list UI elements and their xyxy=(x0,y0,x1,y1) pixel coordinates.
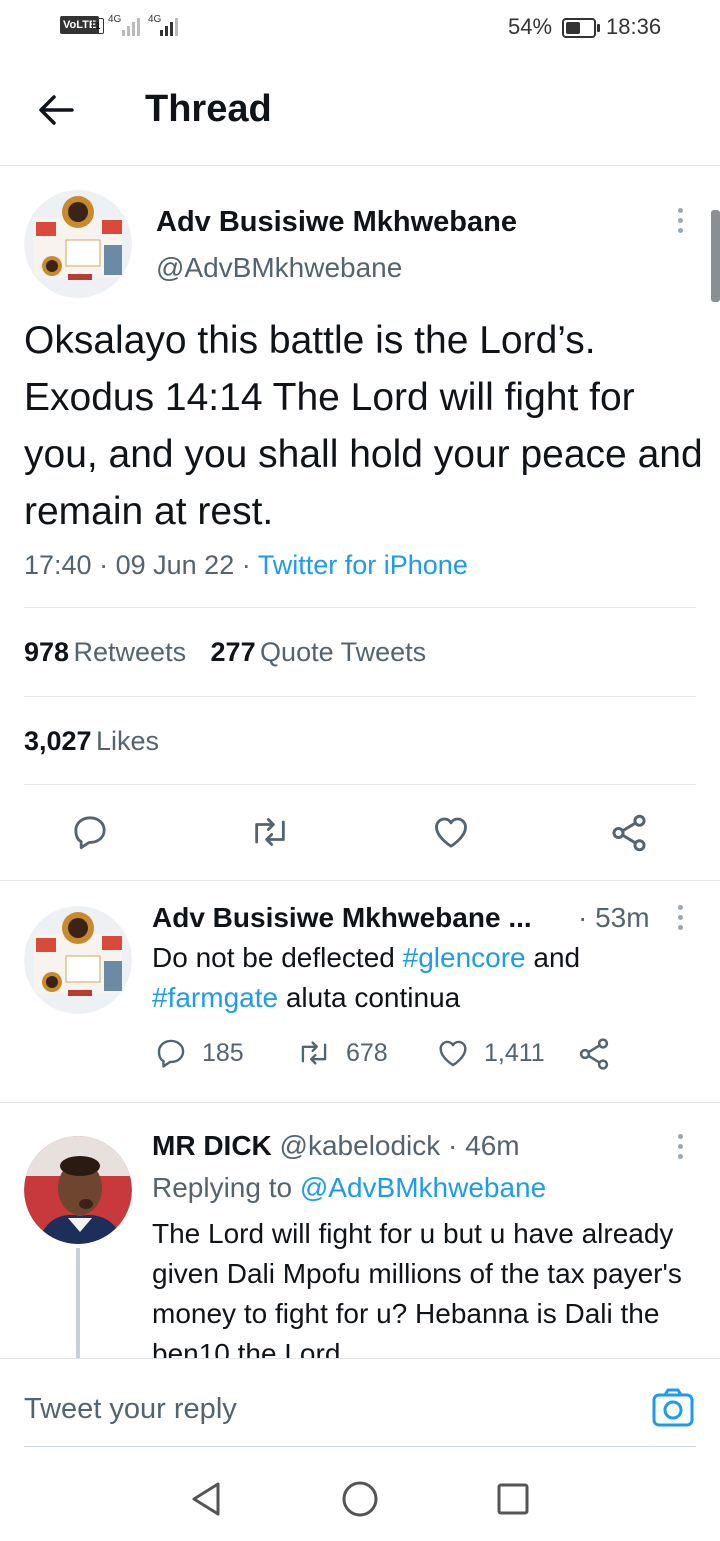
signal-bars-2-icon xyxy=(160,14,178,36)
tweet-text: Oksalayo this battle is the Lord’s. Exod… xyxy=(24,319,703,533)
arrow-left-icon[interactable] xyxy=(36,90,76,130)
reply-handle-time[interactable]: @kabelodick · 46m xyxy=(280,1130,520,1161)
scrollbar[interactable] xyxy=(711,210,720,302)
share-icon[interactable] xyxy=(608,812,650,859)
network-type-1: 4G xyxy=(108,14,122,25)
meta-sep: · xyxy=(99,550,109,580)
hashtag-link[interactable]: #farmgate xyxy=(152,982,278,1013)
avatar[interactable] xyxy=(24,190,132,298)
likes-count: 3,027 xyxy=(24,726,92,756)
retweets-stat[interactable]: 978 Retweets xyxy=(24,637,186,667)
retweet-action[interactable]: 678 xyxy=(296,1036,388,1070)
header-divider xyxy=(0,165,720,166)
reply-text-part: and xyxy=(525,942,581,973)
sim-indicator: 1 xyxy=(92,18,104,34)
nav-recents-icon[interactable] xyxy=(496,1482,530,1521)
author-handle[interactable]: @AdvBMkhwebane xyxy=(156,252,402,284)
signal-bars-1-icon xyxy=(122,14,140,36)
quotes-stat[interactable]: 277 Quote Tweets xyxy=(211,637,427,667)
more-options-icon[interactable] xyxy=(670,1134,690,1159)
quotes-label: Quote Tweets xyxy=(260,637,427,667)
likes-stat[interactable]: 3,027 Likes xyxy=(24,726,159,757)
thread-line xyxy=(76,1248,80,1358)
divider xyxy=(24,607,696,608)
author-name[interactable]: Adv Busisiwe Mkhwebane xyxy=(156,206,517,239)
nav-home-icon[interactable] xyxy=(341,1480,379,1523)
divider xyxy=(0,880,720,881)
retweet-count: 678 xyxy=(346,1038,388,1067)
divider xyxy=(0,1102,720,1103)
replying-label: Replying to xyxy=(152,1172,300,1203)
camera-icon[interactable] xyxy=(652,1388,694,1428)
reply-author-name[interactable]: Adv Busisiwe Mkhwebane ... xyxy=(152,902,532,934)
replying-to: Replying to @AdvBMkhwebane xyxy=(152,1172,546,1204)
reply-text-part: Do not be deflected xyxy=(152,942,403,973)
like-count: 1,411 xyxy=(484,1038,545,1067)
page-title: Thread xyxy=(145,88,272,130)
reply-author-name[interactable]: MR DICK xyxy=(152,1130,272,1161)
avatar[interactable] xyxy=(24,1136,132,1244)
composer-underline xyxy=(24,1446,696,1447)
tweet-time: 17:40 xyxy=(24,550,92,580)
more-options-icon[interactable] xyxy=(670,905,690,930)
reply-text-container: The Lord will fight for u but u have alr… xyxy=(152,1214,692,1358)
divider xyxy=(24,696,696,697)
battery-percent: 54% xyxy=(508,14,553,39)
hashtag-link[interactable]: #glencore xyxy=(403,942,526,973)
like-action[interactable]: 1,411 xyxy=(436,1036,545,1070)
mention-link[interactable]: @AdvBMkhwebane xyxy=(300,1172,546,1203)
retweets-label: Retweets xyxy=(73,637,187,667)
divider xyxy=(24,784,696,785)
retweet-icon xyxy=(301,1041,327,1065)
like-heart-icon[interactable] xyxy=(430,812,472,857)
reply-text: The Lord will fight for u but u have alr… xyxy=(152,1218,682,1358)
reply-icon xyxy=(157,1039,185,1068)
tweet-date: 09 Jun 22 xyxy=(115,550,235,580)
system-nav-bar xyxy=(0,1448,720,1541)
like-heart-icon xyxy=(439,1040,467,1067)
tweet-meta: 17:40 · 09 Jun 22 · Twitter for iPhone xyxy=(24,550,468,581)
reply-input[interactable]: Tweet your reply xyxy=(24,1393,237,1426)
tweet-source-link[interactable]: Twitter for iPhone xyxy=(258,550,468,580)
quotes-count: 277 xyxy=(210,637,256,667)
reply-text-part: aluta continua xyxy=(278,982,461,1013)
likes-label: Likes xyxy=(96,726,160,756)
tweet-stats: 978 Retweets 277 Quote Tweets xyxy=(24,637,426,668)
reply-icon[interactable] xyxy=(70,812,110,857)
more-options-icon[interactable] xyxy=(670,208,690,233)
retweets-count: 978 xyxy=(24,637,70,667)
battery-icon xyxy=(562,18,600,38)
meta-sep: · xyxy=(241,550,251,580)
retweet-icon[interactable] xyxy=(248,812,292,857)
reply-action[interactable]: 185 xyxy=(154,1036,244,1070)
status-bar: VoLTE 1 4G 4G 54% 18:36 xyxy=(0,0,720,56)
reply-time: · 53m xyxy=(578,902,650,933)
clock: 18:36 xyxy=(606,14,662,39)
reply-count: 185 xyxy=(202,1038,244,1067)
reply-text: Do not be deflected #glencore and #farmg… xyxy=(152,938,692,1018)
share-icon[interactable] xyxy=(576,1036,612,1077)
nav-back-icon[interactable] xyxy=(188,1480,224,1523)
reply-header: MR DICK @kabelodick · 46m xyxy=(152,1130,520,1162)
avatar[interactable] xyxy=(24,906,132,1014)
